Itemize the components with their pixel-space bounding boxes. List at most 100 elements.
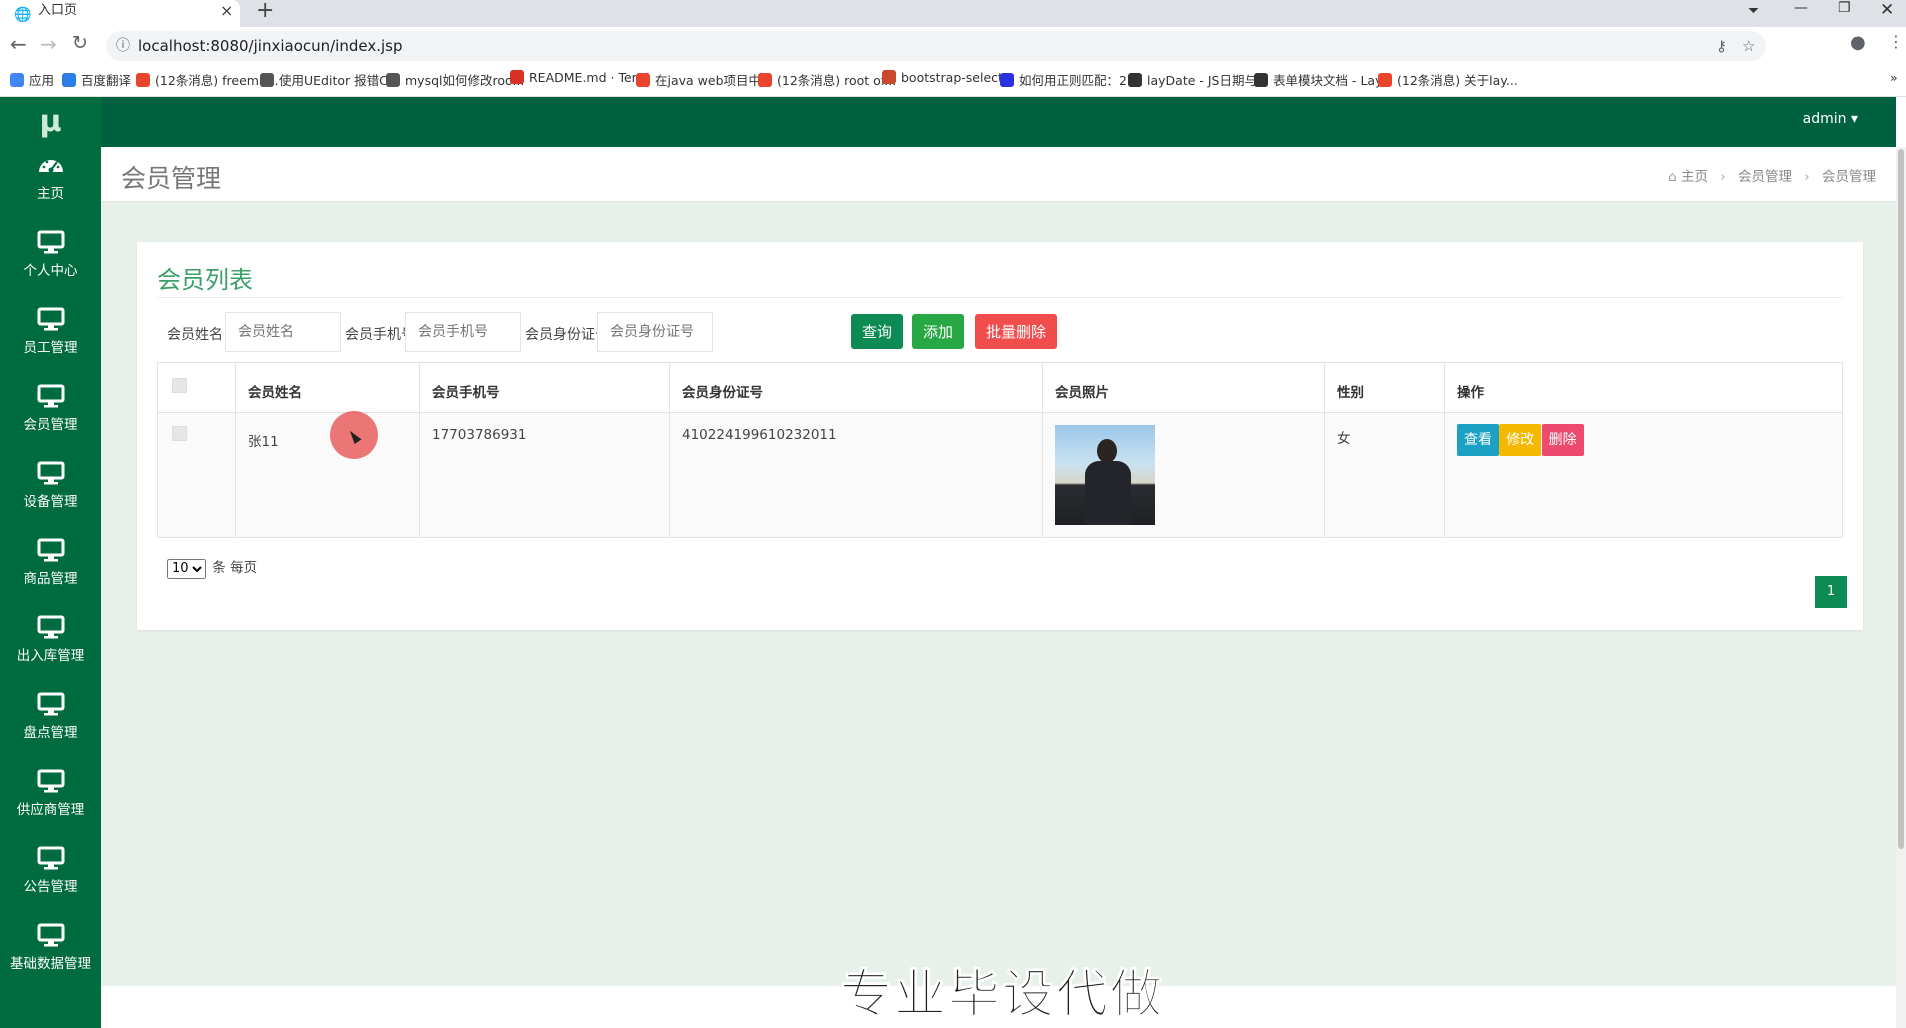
bookmark-label: bootstrap-select... xyxy=(901,70,1015,85)
browser-tab[interactable]: 🌐 入口页 × xyxy=(0,0,240,27)
monitor-icon xyxy=(37,846,64,870)
restore-icon[interactable]: ❐ xyxy=(1838,0,1851,16)
bookmark-favicon-icon xyxy=(1000,73,1014,87)
account-icon[interactable]: ● xyxy=(1850,32,1866,53)
sidebar-item-label: 供应商管理 xyxy=(16,802,85,818)
select-all-checkbox[interactable] xyxy=(172,378,187,393)
monitor-icon xyxy=(37,384,64,408)
phone-filter-input[interactable] xyxy=(405,312,521,352)
sidebar-item-0[interactable]: 主页 xyxy=(0,147,101,224)
view-button[interactable]: 查看 xyxy=(1457,424,1499,456)
delete-button[interactable]: 删除 xyxy=(1541,424,1584,456)
bookmark-item[interactable]: 百度翻译 xyxy=(62,70,131,89)
bookmark-item[interactable]: 在java web项目中... xyxy=(636,70,773,89)
sidebar-item-label: 员工管理 xyxy=(23,340,78,356)
bookmark-item[interactable]: README.md · Ter... xyxy=(510,70,648,85)
table-header-row: 会员姓名 会员手机号 会员身份证号 会员照片 性别 操作 xyxy=(157,362,1843,413)
member-name-text: 张11 xyxy=(248,434,279,450)
sidebar-item-3[interactable]: 会员管理 xyxy=(0,378,101,455)
bookmark-item[interactable]: 如何用正则匹配：2... xyxy=(1000,70,1139,89)
user-menu[interactable]: admin ▾ xyxy=(1803,111,1858,127)
col-photo[interactable]: 会员照片 xyxy=(1042,362,1325,413)
bookmarks-bar: 应用 百度翻译 (12条消息) freema... 使用UEditor 报错C... m… xyxy=(0,65,1906,95)
cursor-highlight xyxy=(330,411,378,459)
breadcrumb-home[interactable]: 主页 xyxy=(1681,169,1708,185)
forward-icon[interactable]: → xyxy=(40,32,57,56)
sidebar-item-9[interactable]: 公告管理 xyxy=(0,840,101,917)
idcard-filter-input[interactable] xyxy=(597,312,713,352)
bookmark-item[interactable]: (12条消息) 关于lay... xyxy=(1378,70,1518,89)
add-button[interactable]: 添加 xyxy=(912,314,965,349)
monitor-icon xyxy=(37,769,64,793)
url-bar[interactable]: ⓘ localhost:8080/jinxiaocun/index.jsp ⚷ … xyxy=(106,31,1766,61)
close-tab-icon[interactable]: × xyxy=(220,0,233,22)
sidebar-item-1[interactable]: 个人中心 xyxy=(0,224,101,301)
query-button[interactable]: 查询 xyxy=(851,314,904,349)
bookmark-favicon-icon xyxy=(758,73,772,87)
member-idcard: 410224199610232011 xyxy=(669,412,1043,538)
close-window-icon[interactable]: ✕ xyxy=(1880,0,1894,20)
sidebar-item-label: 会员管理 xyxy=(23,417,78,433)
row-checkbox[interactable] xyxy=(172,426,187,441)
pagination-page-1[interactable]: 1 xyxy=(1815,576,1847,608)
sidebar-item-label: 个人中心 xyxy=(23,263,78,279)
bookmark-label: README.md · Ter... xyxy=(529,70,648,85)
col-actions: 操作 xyxy=(1444,362,1843,413)
bookmark-item[interactable]: 使用UEditor 报错C... xyxy=(260,70,400,89)
breadcrumb-section[interactable]: 会员管理 xyxy=(1738,169,1792,185)
bookmark-favicon-icon xyxy=(260,73,274,87)
sidebar-item-8[interactable]: 供应商管理 xyxy=(0,763,101,840)
bookmark-item[interactable]: (12条消息) root of... xyxy=(758,70,896,89)
menu-icon[interactable]: ⋮ xyxy=(1888,32,1904,51)
sidebar-item-4[interactable]: 设备管理 xyxy=(0,455,101,532)
content-area: 会员列表 会员姓名 会员手机号 会员身份证号 查询 添加 批量删除 会员姓名 会… xyxy=(101,202,1896,986)
table-row: 张11 17703786931 410224199610232011 女 查看 … xyxy=(157,412,1843,538)
scrollbar-thumb[interactable] xyxy=(1898,149,1904,849)
sidebar-item-5[interactable]: 商品管理 xyxy=(0,532,101,609)
sidebar-item-10[interactable]: 基础数据管理 xyxy=(0,917,101,994)
back-icon[interactable]: ← xyxy=(10,32,27,56)
member-photo[interactable] xyxy=(1055,425,1155,525)
sidebar-item-label: 出入库管理 xyxy=(16,648,85,664)
col-name[interactable]: 会员姓名 xyxy=(235,362,420,413)
more-bookmarks-icon[interactable]: » xyxy=(1890,70,1898,85)
card-title: 会员列表 xyxy=(157,266,253,294)
bookmark-item[interactable]: mysql如何修改roo... xyxy=(386,70,524,89)
key-icon[interactable]: ⚷ xyxy=(1716,31,1727,61)
reload-icon[interactable]: ↻ xyxy=(72,32,88,54)
info-icon[interactable]: ⓘ xyxy=(116,31,130,61)
browser-chrome: 🌐 入口页 × + ⏷ — ❐ ✕ ← → ↻ ⓘ localhost:8080… xyxy=(0,0,1906,97)
col-phone[interactable]: 会员手机号 xyxy=(419,362,670,413)
bookmark-item[interactable]: 应用 xyxy=(10,70,54,89)
profile-dropdown-icon[interactable]: ⏷ xyxy=(1748,3,1759,19)
batch-delete-button[interactable]: 批量删除 xyxy=(975,314,1058,349)
bookmark-favicon-icon xyxy=(136,73,150,87)
edit-button[interactable]: 修改 xyxy=(1499,424,1542,456)
sidebar-item-2[interactable]: 员工管理 xyxy=(0,301,101,378)
new-tab-icon[interactable]: + xyxy=(256,0,274,23)
sidebar-item-6[interactable]: 出入库管理 xyxy=(0,609,101,686)
divider xyxy=(157,297,1843,298)
name-filter-input[interactable] xyxy=(225,312,341,352)
bookmark-favicon-icon xyxy=(636,73,650,87)
sidebar-item-label: 商品管理 xyxy=(23,571,78,587)
bookmark-item[interactable]: layDate - JS日期与... xyxy=(1128,70,1269,89)
monitor-icon xyxy=(37,923,64,947)
app-logo[interactable]: μ xyxy=(0,97,101,147)
col-gender[interactable]: 性别 xyxy=(1324,362,1445,413)
bookmark-favicon-icon xyxy=(386,73,400,87)
sidebar-item-7[interactable]: 盘点管理 xyxy=(0,686,101,763)
bookmark-label: mysql如何修改roo... xyxy=(405,73,525,88)
dashboard-icon xyxy=(38,160,63,173)
bookmark-label: layDate - JS日期与... xyxy=(1147,73,1269,88)
col-idcard[interactable]: 会员身份证号 xyxy=(669,362,1043,413)
bookmark-item[interactable]: (12条消息) freema... xyxy=(136,70,279,89)
bookmark-item[interactable]: bootstrap-select... xyxy=(882,70,1015,85)
page-scrollbar[interactable] xyxy=(1896,147,1906,1028)
page-header: 会员管理 ⌂ 主页 › 会员管理 › 会员管理 xyxy=(101,147,1896,202)
bookmark-item[interactable]: 表单模块文档 - Lay... xyxy=(1254,70,1393,89)
star-icon[interactable]: ☆ xyxy=(1742,31,1755,61)
page-size-select[interactable]: 10 xyxy=(167,558,206,579)
minimize-icon[interactable]: — xyxy=(1794,0,1808,16)
bookmark-label: 应用 xyxy=(29,73,55,88)
